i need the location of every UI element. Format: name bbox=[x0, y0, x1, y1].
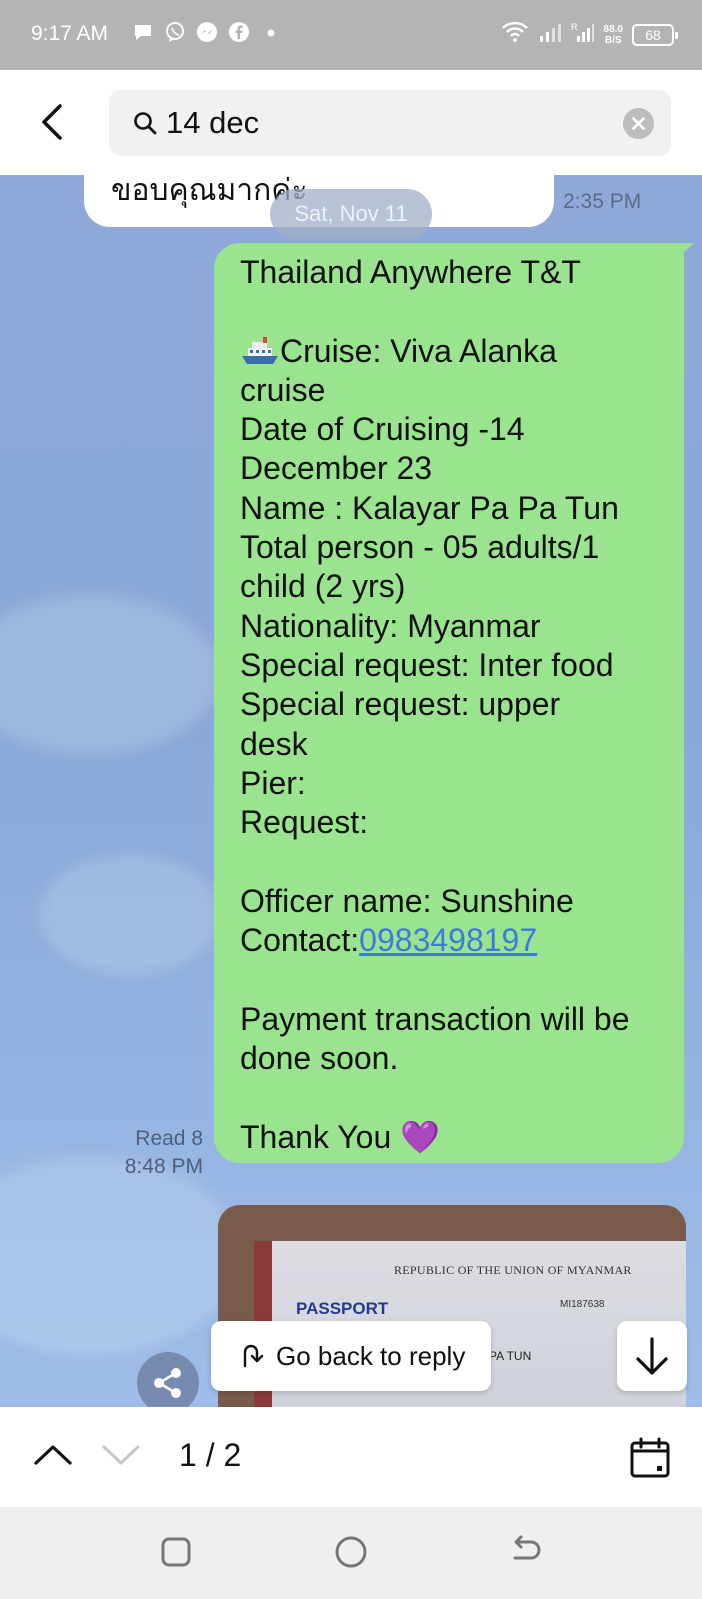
message-line-text: Cruise: Viva Alanka bbox=[280, 332, 557, 369]
sent-message-bubble[interactable]: Thailand Anywhere T&T Cruise: Viva Alank… bbox=[214, 243, 694, 1163]
system-back-button[interactable] bbox=[505, 1532, 545, 1572]
message-line: Pier: bbox=[240, 764, 306, 801]
search-result-bar: 1 / 2 bbox=[0, 1407, 702, 1507]
back-arrow-icon bbox=[513, 1535, 541, 1560]
message-line: Special request: upper bbox=[240, 686, 561, 723]
message-line: Date of Cruising -14 bbox=[240, 411, 525, 448]
message-line bbox=[240, 1078, 670, 1117]
sent-message-text: Thailand Anywhere T&T Cruise: Viva Alank… bbox=[240, 253, 670, 1157]
search-input[interactable] bbox=[166, 90, 606, 156]
system-navigation-bar bbox=[0, 1507, 702, 1599]
viber-icon bbox=[164, 21, 186, 43]
facebook-icon bbox=[228, 21, 250, 43]
search-icon bbox=[134, 112, 157, 135]
message-line: Nationality: Myanmar bbox=[240, 607, 541, 644]
passport-name: PA TUN bbox=[489, 1349, 532, 1363]
chat-bubble-icon bbox=[132, 21, 154, 43]
close-icon bbox=[632, 117, 645, 130]
arrow-down-icon bbox=[636, 1337, 668, 1375]
read-status: Read 8 bbox=[135, 1127, 203, 1150]
calendar-icon bbox=[630, 1437, 670, 1478]
previous-result-button[interactable] bbox=[30, 1432, 76, 1478]
messenger-icon bbox=[196, 21, 218, 43]
phone-link[interactable]: 0983498197 bbox=[359, 922, 537, 958]
network-speed-unit: B/S bbox=[604, 34, 622, 46]
reply-return-icon bbox=[243, 1344, 264, 1368]
background-cloud bbox=[0, 1155, 240, 1355]
calendar-button[interactable] bbox=[627, 1435, 673, 1481]
message-line: child (2 yrs) bbox=[240, 568, 406, 605]
home-button[interactable] bbox=[331, 1532, 371, 1572]
system-status-icons: R 88.0 B/S 68 bbox=[501, 20, 678, 49]
message-line: Officer name: Sunshine bbox=[240, 882, 574, 919]
message-line: Payment transaction will be bbox=[240, 1000, 630, 1037]
message-line bbox=[240, 842, 670, 881]
message-line: Thank You 💜 bbox=[240, 1118, 670, 1157]
message-line: Total person - 05 adults/1 bbox=[240, 529, 600, 566]
message-timestamp: 2:35 PM bbox=[563, 190, 642, 213]
message-line: December 23 bbox=[240, 450, 433, 487]
read-receipt: Read 8 8:48 PM bbox=[125, 1125, 203, 1181]
date-divider: Sat, Nov 11 bbox=[270, 189, 432, 239]
ship-icon bbox=[242, 336, 278, 364]
notification-icons bbox=[132, 21, 282, 43]
thank-you-text: Thank You bbox=[240, 1118, 401, 1155]
signal-roaming-icon: R bbox=[571, 21, 595, 48]
battery-icon: 68 bbox=[632, 23, 678, 46]
chevron-left-icon bbox=[42, 104, 62, 140]
network-speed: 88.0 B/S bbox=[604, 24, 623, 46]
wifi-icon bbox=[501, 20, 529, 49]
next-result-button[interactable] bbox=[98, 1432, 144, 1478]
chevron-down-icon bbox=[102, 1445, 140, 1465]
message-line: Contact:0983498197 bbox=[240, 921, 670, 960]
message-line: Special request: Inter food bbox=[240, 646, 614, 683]
passport-number: MI187638 bbox=[560, 1299, 605, 1310]
home-icon bbox=[335, 1536, 367, 1568]
recent-apps-icon bbox=[161, 1537, 191, 1567]
status-bar: 9:17 AM R 88.0 B/S 68 bbox=[0, 0, 702, 70]
share-button[interactable] bbox=[137, 1352, 199, 1407]
purple-heart-emoji: 💜 bbox=[400, 1117, 440, 1156]
chat-area[interactable]: ขอบคุณมากค่ะ 2:35 PM Sat, Nov 11 Thailan… bbox=[0, 175, 702, 1407]
message-line bbox=[240, 292, 670, 331]
svg-text:R: R bbox=[571, 22, 578, 32]
go-back-label: Go back to reply bbox=[276, 1341, 466, 1371]
status-time: 9:17 AM bbox=[31, 22, 109, 45]
clear-search-button[interactable] bbox=[623, 108, 654, 139]
read-time: 8:48 PM bbox=[124, 1155, 203, 1178]
message-line: Request: bbox=[240, 804, 369, 841]
passport-title: PASSPORT bbox=[296, 1299, 389, 1318]
background-cloud bbox=[40, 855, 220, 975]
background-cloud bbox=[0, 595, 220, 755]
network-speed-value: 88.0 bbox=[603, 23, 623, 35]
dot-icon bbox=[260, 21, 282, 43]
message-line bbox=[240, 960, 670, 999]
search-box[interactable] bbox=[109, 90, 671, 156]
message-line: Cruise: Viva Alanka bbox=[240, 332, 670, 371]
chevron-up-icon bbox=[34, 1445, 72, 1465]
message-line: Thailand Anywhere T&T bbox=[240, 254, 581, 290]
message-line: cruise bbox=[240, 371, 326, 408]
scroll-to-bottom-button[interactable] bbox=[617, 1321, 687, 1391]
message-line: Name : Kalayar Pa Pa Tun bbox=[240, 489, 619, 526]
recent-apps-button[interactable] bbox=[156, 1532, 196, 1572]
message-line: done soon. bbox=[240, 1039, 399, 1076]
go-back-to-reply-button[interactable]: Go back to reply bbox=[211, 1321, 491, 1391]
signal-icon bbox=[538, 21, 562, 48]
share-icon bbox=[154, 1368, 181, 1398]
passport-header: REPUBLIC OF THE UNION OF MYANMAR bbox=[394, 1263, 632, 1277]
back-button[interactable] bbox=[30, 98, 78, 146]
result-counter: 1 / 2 bbox=[179, 1437, 242, 1473]
contact-label: Contact: bbox=[240, 922, 360, 959]
message-line: desk bbox=[240, 725, 308, 762]
search-header bbox=[0, 70, 702, 175]
